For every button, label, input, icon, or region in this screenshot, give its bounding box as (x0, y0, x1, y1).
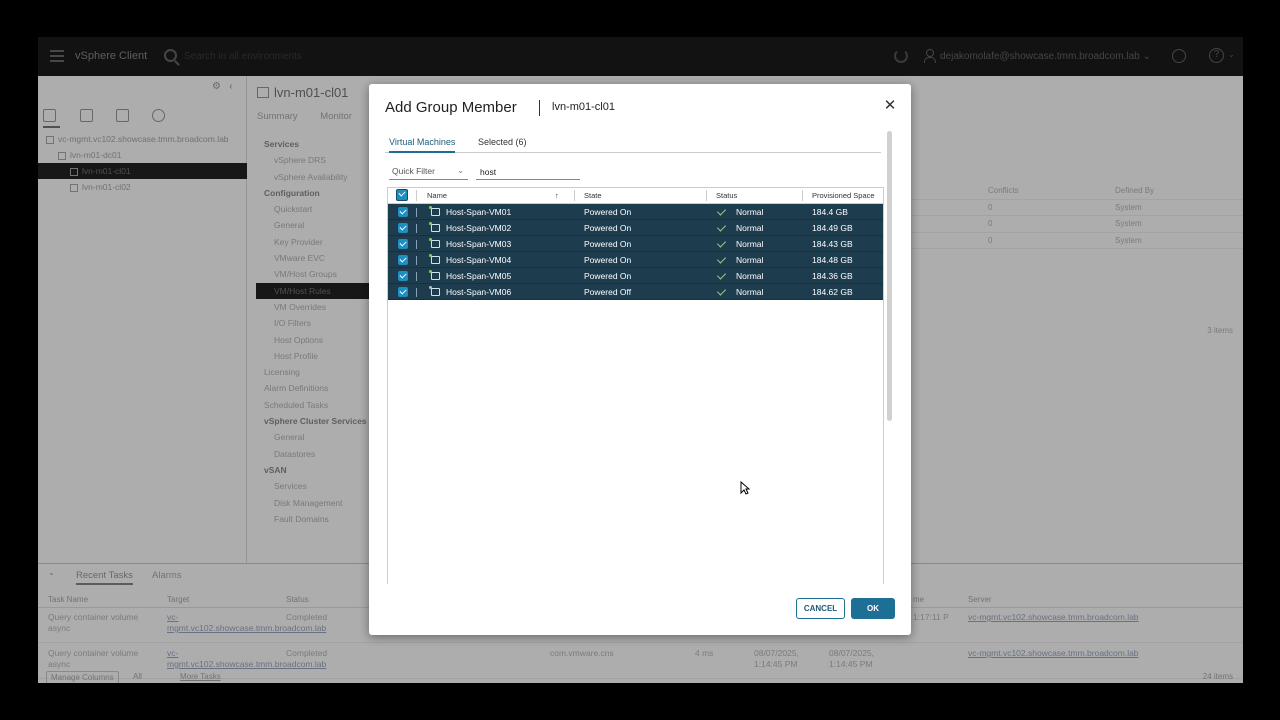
cancel-button[interactable]: CANCEL (796, 598, 845, 619)
ok-button[interactable]: OK (851, 598, 895, 619)
filter-input[interactable] (476, 164, 580, 180)
check-icon (716, 286, 727, 296)
vm-provisioned-space: 184.4 GB (812, 207, 848, 217)
tab-selected[interactable]: Selected (6) (478, 137, 527, 153)
quick-filter-label: Quick Filter (392, 166, 435, 176)
vm-state: Powered On (584, 239, 632, 249)
column-divider (416, 190, 417, 201)
vm-name[interactable]: Host-Span-VM06 (446, 284, 511, 300)
chevron-down-icon: ⌄ (457, 166, 464, 175)
check-icon (716, 270, 727, 280)
row-checkbox[interactable] (398, 271, 408, 281)
vm-icon (429, 238, 440, 248)
vm-state: Powered On (584, 223, 632, 233)
vm-status: Normal (736, 207, 764, 217)
vm-state: Powered On (584, 271, 632, 281)
quick-filter-select[interactable]: Quick Filter ⌄ (389, 164, 468, 180)
row-checkbox[interactable] (398, 207, 408, 217)
row-divider (416, 240, 417, 249)
vm-name[interactable]: Host-Span-VM01 (446, 204, 511, 220)
vm-provisioned-space: 184.62 GB (812, 287, 853, 297)
sort-arrow-icon[interactable]: ↑ (555, 188, 559, 203)
row-checkbox[interactable] (398, 223, 408, 233)
vm-row[interactable]: Host-Span-VM04 Powered On Normal 184.48 GB (388, 252, 883, 268)
row-checkbox[interactable] (398, 287, 408, 297)
vm-state: Powered Off (584, 287, 632, 297)
row-checkbox[interactable] (398, 239, 408, 249)
vm-status: Normal (736, 223, 764, 233)
vm-status: Normal (736, 287, 764, 297)
vm-icon (429, 254, 440, 264)
vm-provisioned-space: 184.48 GB (812, 255, 853, 265)
vm-name[interactable]: Host-Span-VM05 (446, 268, 511, 284)
vm-provisioned-space: 184.43 GB (812, 239, 853, 249)
scrollbar[interactable] (887, 131, 893, 584)
row-divider (416, 208, 417, 217)
vm-provisioned-space: 184.49 GB (812, 223, 853, 233)
vm-row[interactable]: Host-Span-VM02 Powered On Normal 184.49 GB (388, 220, 883, 236)
row-divider (416, 224, 417, 233)
vm-name[interactable]: Host-Span-VM03 (446, 236, 511, 252)
vm-icon (429, 222, 440, 232)
check-icon (716, 222, 727, 232)
close-icon[interactable]: ✕ (883, 98, 897, 113)
column-divider (706, 190, 707, 201)
scrollbar-thumb[interactable] (887, 131, 892, 421)
vm-row[interactable]: Host-Span-VM01 Powered On Normal 184.4 GB (388, 204, 883, 220)
row-divider (416, 256, 417, 265)
vm-status: Normal (736, 255, 764, 265)
add-group-member-dialog: Add Group Member lvn-m01-cl01 ✕ Virtual … (369, 84, 911, 635)
select-all-checkbox[interactable] (396, 189, 408, 201)
vm-provisioned-space: 184.36 GB (812, 271, 853, 281)
row-divider (416, 272, 417, 281)
column-divider (574, 190, 575, 201)
grid-header: Name ↑ State Status Provisioned Space (388, 188, 883, 204)
column-header-status[interactable]: Status (716, 188, 737, 203)
column-header-state[interactable]: State (584, 188, 602, 203)
vm-row[interactable]: Host-Span-VM06 Powered Off Normal 184.62 GB (388, 284, 883, 300)
row-divider (416, 288, 417, 297)
vm-name[interactable]: Host-Span-VM02 (446, 220, 511, 236)
column-divider (802, 190, 803, 201)
column-header-name[interactable]: Name (427, 188, 447, 203)
vm-datagrid: Name ↑ State Status Provisioned Space Ho… (387, 187, 884, 584)
vm-status: Normal (736, 271, 764, 281)
vm-icon (429, 286, 440, 296)
check-icon (716, 206, 727, 216)
vm-row[interactable]: Host-Span-VM05 Powered On Normal 184.36 GB (388, 268, 883, 284)
vm-state: Powered On (584, 255, 632, 265)
row-checkbox[interactable] (398, 255, 408, 265)
title-divider (539, 100, 540, 116)
vm-row[interactable]: Host-Span-VM03 Powered On Normal 184.43 GB (388, 236, 883, 252)
dialog-subtitle: lvn-m01-cl01 (552, 101, 615, 113)
dialog-tabs: Virtual Machines Selected (6) (385, 134, 881, 153)
vm-icon (429, 270, 440, 280)
vm-name[interactable]: Host-Span-VM04 (446, 252, 511, 268)
vm-status: Normal (736, 239, 764, 249)
vm-state: Powered On (584, 207, 632, 217)
check-icon (716, 254, 727, 264)
check-icon (716, 238, 727, 248)
tab-virtual-machines[interactable]: Virtual Machines (389, 137, 456, 153)
column-header-provisioned-space[interactable]: Provisioned Space (812, 188, 875, 203)
dialog-title: Add Group Member (385, 99, 517, 116)
vm-icon (429, 206, 440, 216)
